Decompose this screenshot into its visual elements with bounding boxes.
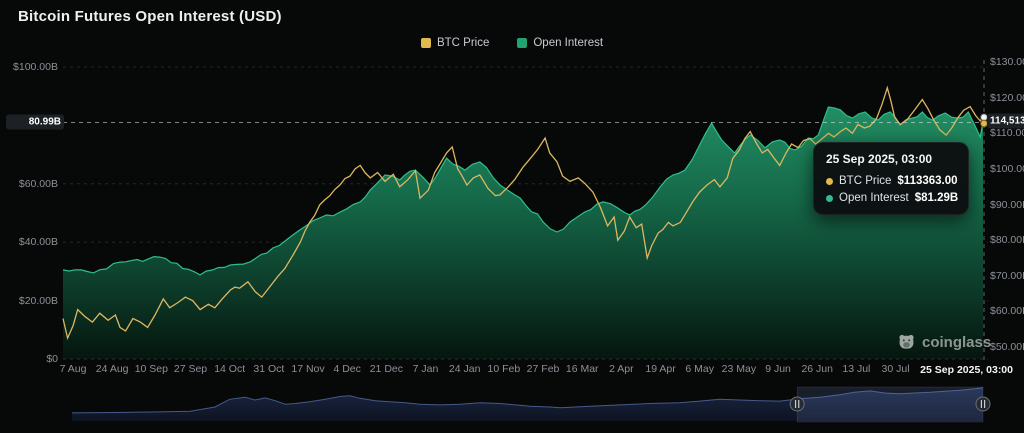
tooltip-value: $113363.00: [897, 175, 957, 187]
navigator-selection[interactable]: [797, 387, 983, 422]
tooltip-row-open-interest: Open Interest $81.29B: [826, 192, 956, 204]
coinglass-watermark: coinglass: [897, 333, 991, 352]
right-axis-tick: $100.00K: [990, 163, 1024, 175]
x-axis-tick: 4 Dec: [333, 363, 360, 375]
left-axis-tick: $40.00B: [0, 236, 58, 248]
tooltip-value: $81.29B: [915, 192, 958, 204]
left-axis-tick: $60.00B: [0, 178, 58, 190]
x-axis-tick: 14 Oct: [214, 363, 245, 375]
right-axis-tick: $110.00K: [990, 127, 1024, 139]
x-axis-tick: 21 Dec: [370, 363, 403, 375]
open-interest-dot-icon: [826, 195, 833, 202]
x-axis-tick: 2 Apr: [609, 363, 634, 375]
tooltip-label: Open Interest: [839, 192, 909, 204]
right-axis-tick: $70.00K: [990, 270, 1024, 282]
x-axis-tick: 24 Jan: [449, 363, 481, 375]
right-axis-tick: $50.00K: [990, 341, 1024, 353]
navigator-handle-right[interactable]: [976, 397, 990, 411]
x-axis-tick: 10 Sep: [135, 363, 168, 375]
x-axis-tick: 7 Jan: [413, 363, 439, 375]
hover-tooltip: 25 Sep 2025, 03:00 BTC Price $113363.00 …: [813, 142, 969, 215]
right-axis-tick: $90.00K: [990, 199, 1024, 211]
x-axis-tick: 27 Sep: [174, 363, 207, 375]
x-axis-tick: 31 Oct: [253, 363, 284, 375]
crosshair-date-label: 25 Sep 2025, 03:00: [915, 362, 1018, 378]
x-axis-tick: 7 Aug: [60, 363, 87, 375]
tooltip-label: BTC Price: [839, 175, 891, 187]
right-axis-tick: $80.00K: [990, 234, 1024, 246]
x-axis-tick: 10 Feb: [488, 363, 521, 375]
right-axis-current-badge: 114,513.44: [987, 114, 1024, 129]
x-axis-tick: 16 Mar: [566, 363, 599, 375]
left-axis-tick: $0: [0, 353, 58, 365]
right-axis-tick: $130.00K: [990, 56, 1024, 68]
navigator[interactable]: [72, 387, 990, 422]
x-axis-tick: 24 Aug: [96, 363, 129, 375]
x-axis-tick: 27 Feb: [527, 363, 560, 375]
left-axis-current-badge: 80.99B: [6, 115, 64, 130]
x-axis-tick: 13 Jul: [842, 363, 870, 375]
left-axis-tick: $100.00B: [0, 61, 58, 73]
x-axis-tick: 17 Nov: [291, 363, 324, 375]
tooltip-date: 25 Sep 2025, 03:00: [826, 152, 956, 166]
x-axis-tick: 19 Apr: [645, 363, 675, 375]
tooltip-row-btc-price: BTC Price $113363.00: [826, 175, 956, 187]
x-axis-tick: 23 May: [722, 363, 756, 375]
btc-price-dot-icon: [826, 178, 833, 185]
left-axis-tick: $20.00B: [0, 295, 58, 307]
x-axis-tick: 6 May: [685, 363, 714, 375]
right-axis-tick: $120.00K: [990, 92, 1024, 104]
navigator-handle-left[interactable]: [790, 397, 804, 411]
x-axis-tick: 26 Jun: [801, 363, 833, 375]
coinglass-open-interest-chart: Bitcoin Futures Open Interest (USD) BTC …: [0, 0, 1024, 433]
x-axis-tick: 30 Jul: [882, 363, 910, 375]
x-axis-tick: 9 Jun: [765, 363, 791, 375]
right-axis-tick: $60.00K: [990, 305, 1024, 317]
coinglass-bear-icon: [897, 333, 916, 352]
coinglass-wordmark: coinglass: [922, 334, 991, 351]
